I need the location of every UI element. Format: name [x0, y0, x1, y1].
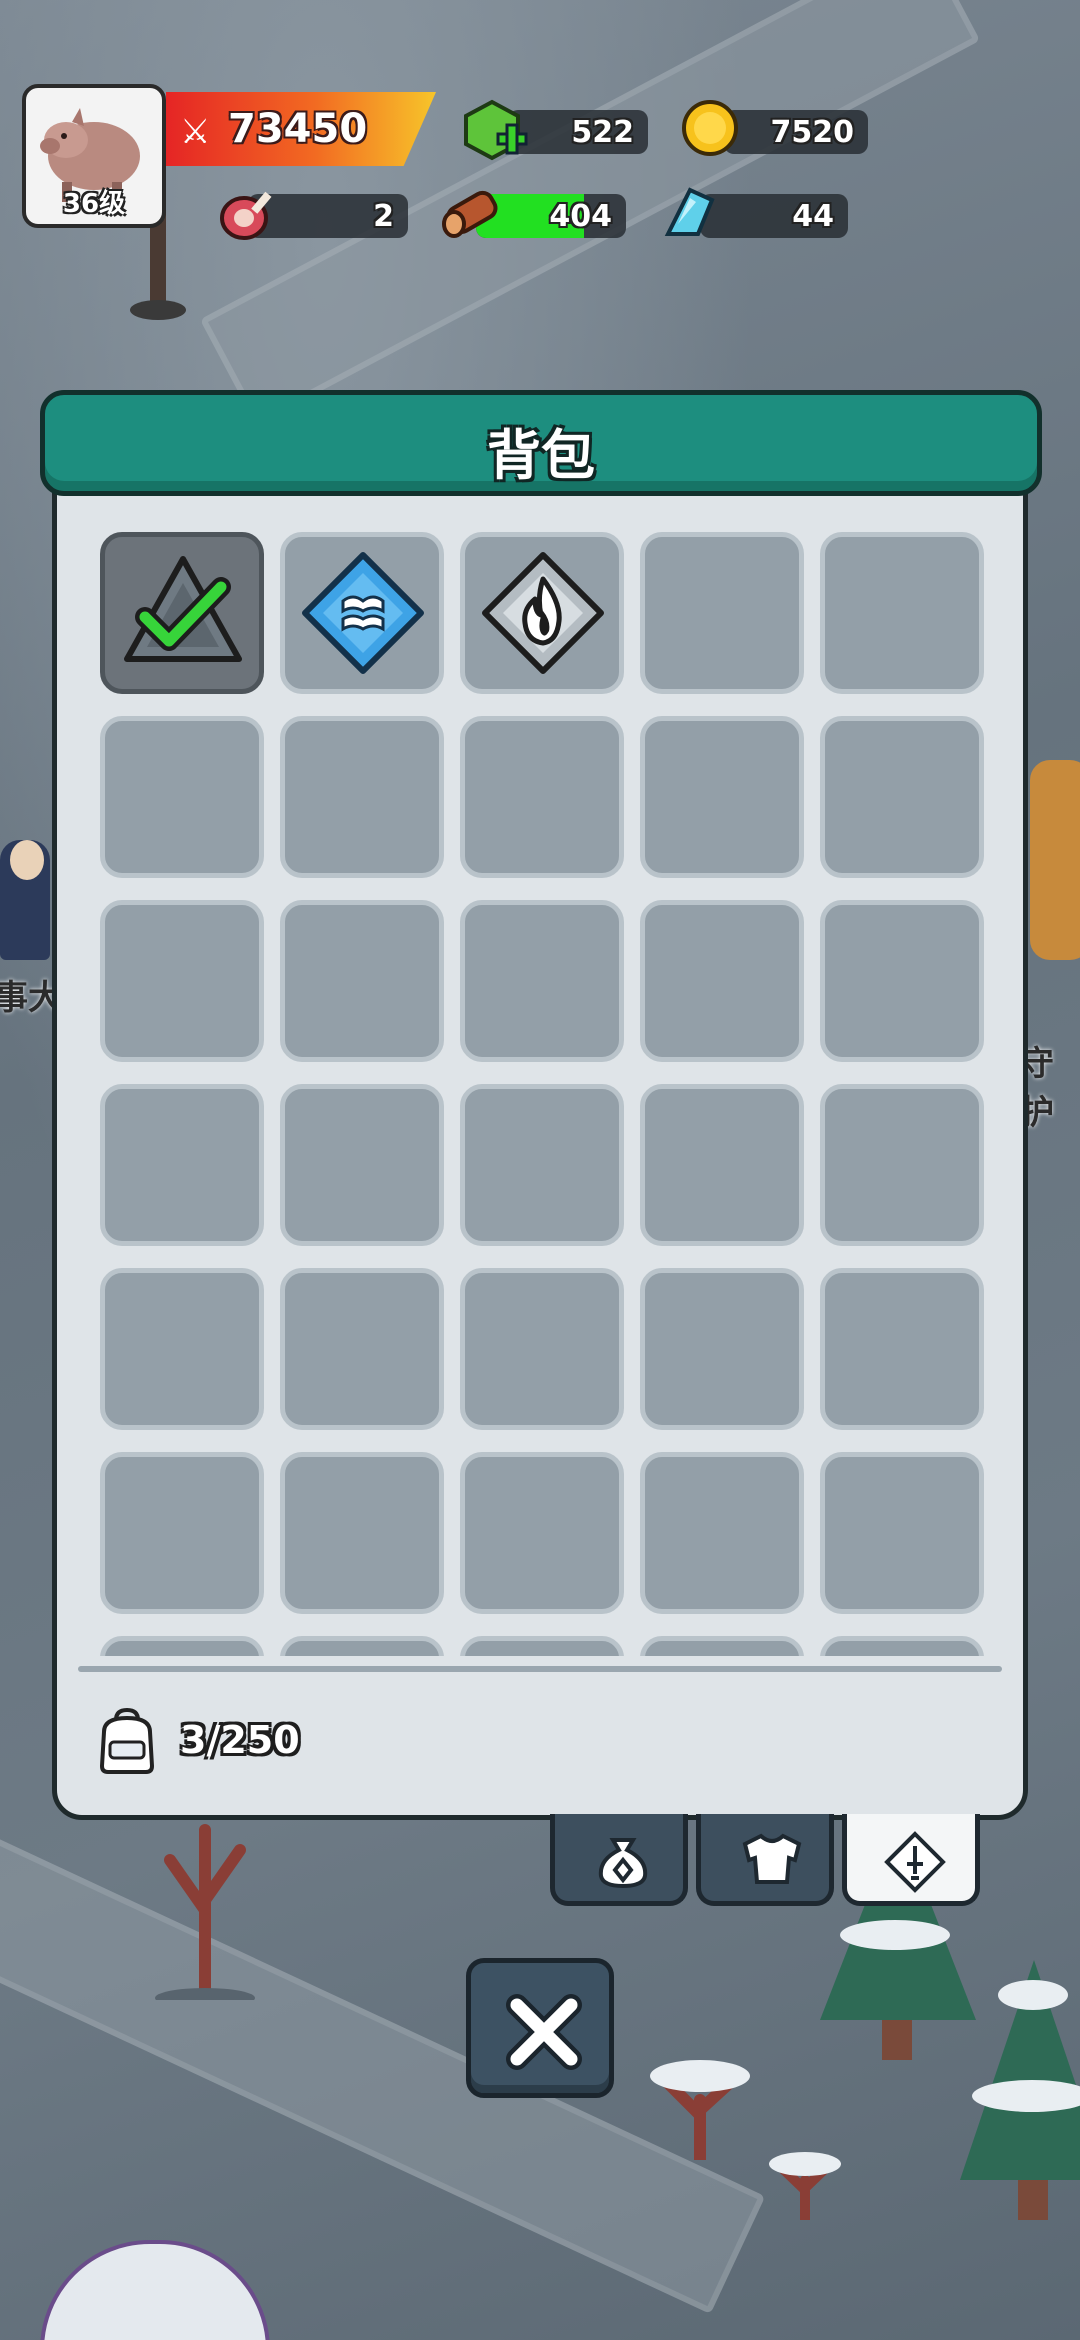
gold-counter[interactable]: 7520: [724, 110, 868, 154]
backpack-title: 背包: [487, 424, 595, 487]
sword-diamond-icon: [884, 1831, 946, 1893]
close-button[interactable]: [466, 1958, 614, 2098]
gold-value: 7520: [770, 115, 855, 150]
backpack-capacity: 3/250: [180, 1718, 300, 1762]
inventory-slot[interactable]: [640, 900, 804, 1062]
inventory-slot[interactable]: [460, 1084, 624, 1246]
close-icon: [506, 1994, 582, 2070]
inventory-slot[interactable]: [460, 1452, 624, 1614]
inventory-slot[interactable]: [820, 900, 984, 1062]
inventory-slot[interactable]: [100, 1084, 264, 1246]
wood-log-icon: [442, 190, 498, 238]
inventory-slot[interactable]: [460, 900, 624, 1062]
inventory-slot[interactable]: [280, 1636, 444, 1656]
blue-crystal-icon: [664, 187, 715, 236]
inventory-slot[interactable]: [100, 1452, 264, 1614]
bare-tree: [650, 2060, 750, 2160]
inventory-slot[interactable]: [280, 1452, 444, 1614]
gem-value: 522: [571, 115, 634, 150]
inventory-slot[interactable]: [640, 716, 804, 878]
inventory-slot[interactable]: [820, 1452, 984, 1614]
inventory-slot[interactable]: [640, 532, 804, 694]
inventory-slot[interactable]: [100, 716, 264, 878]
tab-armor[interactable]: [696, 1814, 834, 1906]
crystal-counter[interactable]: 44: [700, 194, 848, 238]
inventory-slot[interactable]: [820, 532, 984, 694]
frost-item[interactable]: [280, 532, 444, 694]
inventory-slot[interactable]: [640, 1084, 804, 1246]
npc-character-right[interactable]: [1030, 760, 1080, 960]
inventory-slot[interactable]: [640, 1636, 804, 1656]
inventory-slot[interactable]: [820, 716, 984, 878]
panel-divider: [78, 1666, 1002, 1672]
inventory-slot[interactable]: [280, 900, 444, 1062]
inventory-slot[interactable]: [280, 1084, 444, 1246]
tab-bag[interactable]: [550, 1814, 688, 1906]
inventory-slot[interactable]: [640, 1452, 804, 1614]
inventory-slot[interactable]: [100, 1268, 264, 1430]
player-level: 36级: [62, 189, 126, 219]
inventory-slot[interactable]: [460, 716, 624, 878]
green-gem-plus-icon[interactable]: [462, 98, 528, 164]
tab-weapon[interactable]: [842, 1814, 980, 1906]
inventory-slot[interactable]: [820, 1636, 984, 1656]
gem-counter[interactable]: 522: [508, 110, 648, 154]
meat-icon: [220, 191, 272, 240]
armor-icon: [742, 1833, 802, 1884]
crystal-value: 44: [792, 199, 834, 234]
inventory-slot[interactable]: [820, 1084, 984, 1246]
bare-tree: [769, 2152, 841, 2220]
backpack-capacity-icon: [99, 1708, 155, 1774]
combat-power-bar: ⚔ 73450: [166, 92, 436, 166]
backpack-header: 背包: [40, 390, 1042, 496]
shard-item[interactable]: [100, 532, 264, 694]
inventory-slot[interactable]: [460, 1636, 624, 1656]
bare-tree: [155, 1824, 255, 2000]
inventory-grid[interactable]: [100, 532, 990, 1656]
inventory-slot[interactable]: [100, 900, 264, 1062]
inventory-slot[interactable]: [280, 1268, 444, 1430]
meat-value: 2: [373, 199, 394, 234]
money-bag-icon: [598, 1838, 648, 1888]
inventory-slot[interactable]: [280, 716, 444, 878]
player-avatar[interactable]: 36级: [22, 84, 166, 228]
fire-item[interactable]: [460, 532, 624, 694]
inventory-slot[interactable]: [820, 1268, 984, 1430]
wood-value: 404: [549, 199, 612, 234]
npc-name-right: 守护: [1020, 1044, 1054, 1133]
combat-power-value: 73450: [228, 106, 368, 152]
inventory-slot[interactable]: [460, 1268, 624, 1430]
gold-coin-icon: [682, 100, 738, 156]
inventory-slot[interactable]: [100, 1636, 264, 1656]
inventory-slot[interactable]: [640, 1268, 804, 1430]
crossed-swords-icon: ⚔: [180, 112, 211, 152]
